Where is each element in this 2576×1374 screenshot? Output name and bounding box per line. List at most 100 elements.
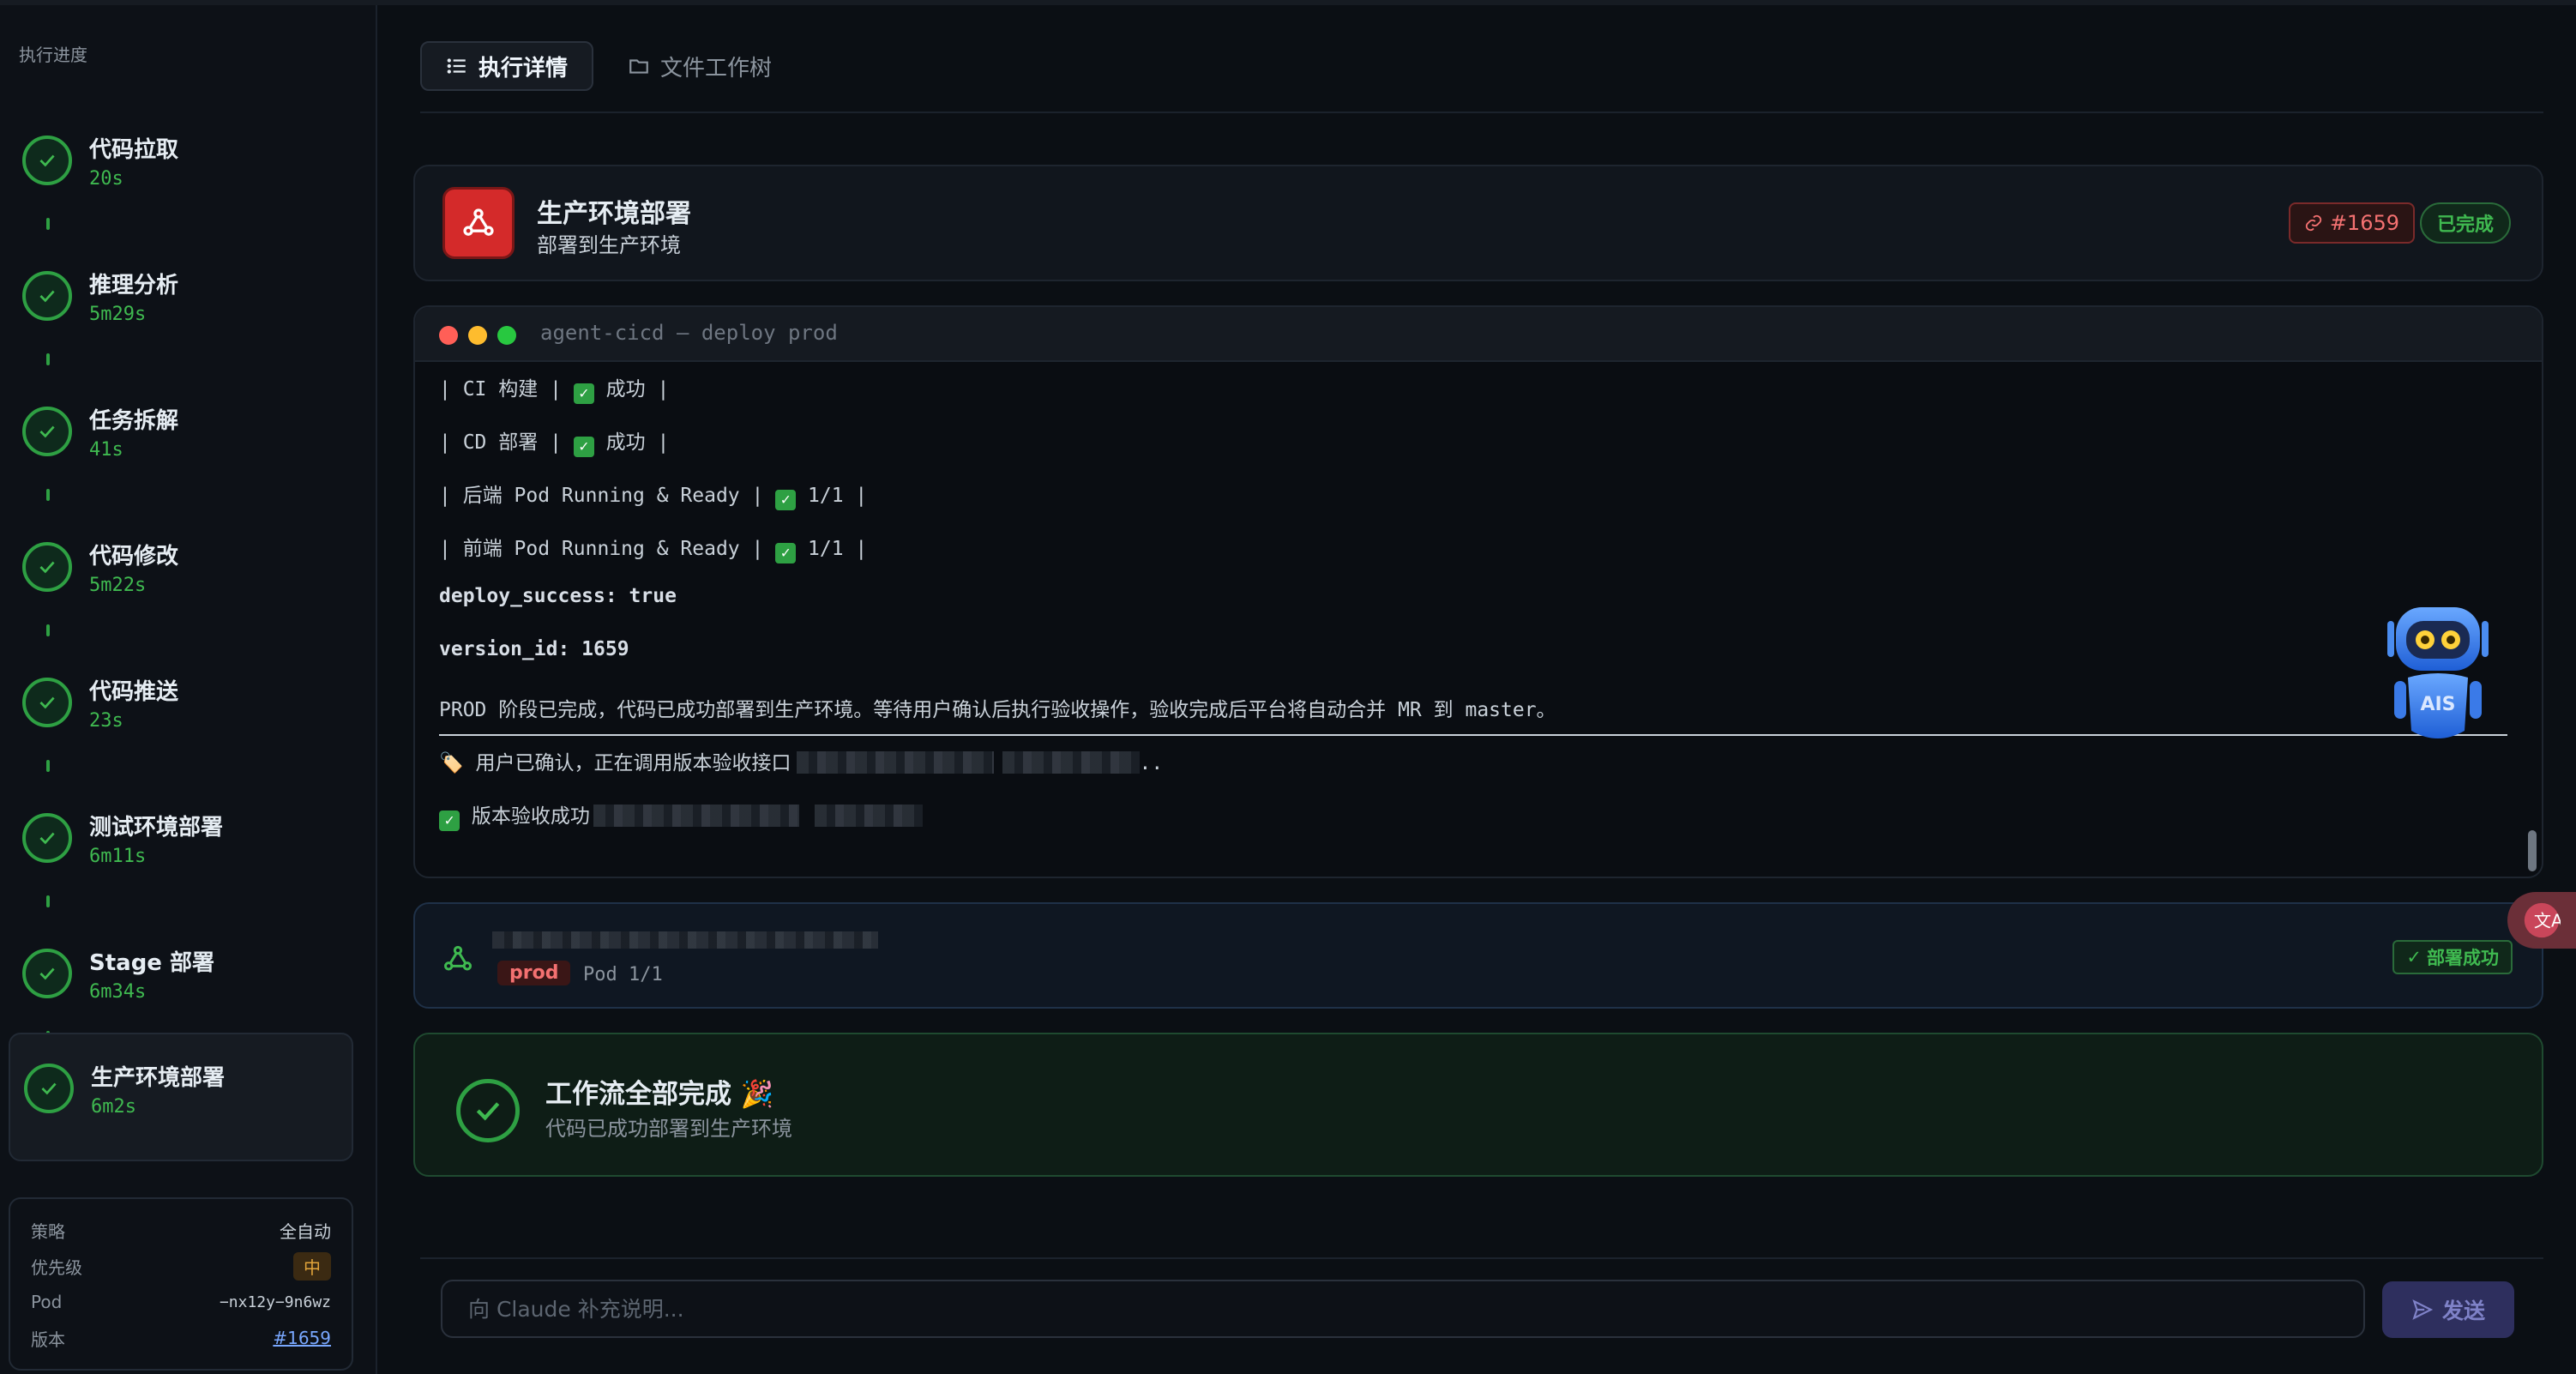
terminal-line: | 前端 Pod Running & Ready | ✓ 1/1 |	[439, 538, 868, 563]
workflow-complete-subtitle: 代码已成功部署到生产环境	[545, 1117, 792, 1141]
terminal-rule	[439, 734, 2507, 736]
meta-pod: Pod −nx12y−9n6wz	[31, 1285, 331, 1319]
terminal-titlebar: agent-cicd — deploy prod	[415, 307, 2542, 362]
priority-badge: 中	[293, 1251, 331, 1281]
svg-text:文A: 文A	[2534, 910, 2561, 931]
step-time: 6m11s	[89, 846, 147, 867]
meta-priority: 优先级 中	[31, 1249, 331, 1283]
checkbox-icon: ✓	[573, 383, 594, 404]
terminal-line: | CI 构建 | ✓ 成功 |	[439, 378, 670, 404]
stage-title: 生产环境部署	[537, 199, 691, 229]
terminal-scrollbar[interactable]	[2528, 830, 2537, 871]
version-link[interactable]: #1659	[273, 1328, 331, 1348]
step-connector	[46, 760, 50, 772]
step-task-split[interactable]: 任务拆解 41s	[9, 377, 353, 506]
terminal-line: ✓ 版本验收成功	[439, 799, 923, 831]
check-circle-icon	[22, 271, 72, 321]
check-circle-icon	[22, 136, 72, 185]
step-code-pull[interactable]: 代码拉取 20s	[9, 106, 353, 235]
meta-version: 版本 #1659	[31, 1321, 331, 1355]
redacted-text	[1002, 751, 1140, 774]
step-code-push[interactable]: 代码推送 23s	[9, 648, 353, 777]
step-time: 23s	[89, 710, 123, 732]
step-name: 代码推送	[89, 679, 179, 705]
check-circle-icon	[456, 1079, 520, 1142]
version-badge-label: #1659	[2329, 211, 2399, 235]
step-code-modify[interactable]: 代码修改 5m22s	[9, 513, 353, 642]
step-prod-deploy[interactable]: 生产环境部署 6m2s	[9, 1033, 353, 1161]
terminal-line: | CD 部署 | ✓ 成功 |	[439, 431, 670, 457]
step-time: 6m2s	[91, 1096, 136, 1118]
maximize-dot-icon[interactable]	[497, 326, 516, 345]
check-circle-icon	[22, 813, 72, 863]
step-test-deploy[interactable]: 测试环境部署 6m11s	[9, 784, 353, 913]
meta-label: 策略	[31, 1220, 65, 1242]
close-dot-icon[interactable]	[439, 326, 458, 345]
meta-value: 全自动	[280, 1220, 331, 1242]
version-badge[interactable]: #1659	[2288, 202, 2415, 244]
meta-label: Pod	[31, 1292, 63, 1312]
redacted-text	[593, 805, 799, 827]
terminal-line: 🏷️ 用户已确认，正在调用版本验收接口..	[439, 751, 1164, 774]
minimize-dot-icon[interactable]	[468, 326, 487, 345]
deploy-status-card: prod Pod 1/1 ✓ 部署成功	[413, 902, 2543, 1009]
tab-details[interactable]: 执行详情	[420, 41, 593, 91]
list-icon	[447, 58, 466, 74]
tab-label: 执行详情	[478, 55, 568, 81]
checkbox-icon: ✓	[775, 490, 797, 510]
tab-label: 文件工作树	[660, 55, 773, 81]
meta-label: 优先级	[31, 1256, 82, 1278]
robot-mascot-icon[interactable]: AIS	[2382, 602, 2494, 748]
step-name: 任务拆解	[89, 408, 179, 434]
step-name: 代码拉取	[89, 137, 179, 163]
check-circle-icon	[24, 1064, 74, 1113]
step-reasoning[interactable]: 推理分析 5m29s	[9, 242, 353, 371]
step-time: 5m22s	[89, 575, 147, 596]
check-circle-icon	[22, 407, 72, 456]
svg-text:AIS: AIS	[2420, 694, 2455, 715]
terminal-title: agent-cicd — deploy prod	[540, 321, 838, 345]
terminal-line: | 后端 Pod Running & Ready | ✓ 1/1 |	[439, 485, 868, 510]
redacted-text	[814, 805, 923, 827]
redacted-service-name	[492, 931, 878, 949]
step-connector	[46, 489, 50, 501]
step-name: 代码修改	[89, 544, 179, 569]
step-name: 生产环境部署	[91, 1065, 226, 1091]
tab-filetree[interactable]: 文件工作树	[604, 41, 796, 91]
translate-icon[interactable]: 文A	[2507, 892, 2576, 949]
deploy-status-label: 部署成功	[2427, 948, 2499, 968]
terminal-line: deploy_success: true	[439, 585, 677, 607]
checkbox-icon: ✓	[439, 811, 460, 831]
stage-subtitle: 部署到生产环境	[537, 233, 681, 257]
link-icon	[2305, 214, 2321, 232]
checkbox-icon: ✓	[573, 437, 594, 457]
step-name: 测试环境部署	[89, 815, 224, 841]
checkbox-icon: ✓	[775, 543, 797, 563]
send-icon	[2412, 1299, 2434, 1320]
check-circle-icon	[22, 949, 72, 998]
pod-count: Pod 1/1	[583, 964, 663, 985]
status-badge: 已完成	[2419, 202, 2511, 244]
workflow-complete-card: 工作流全部完成 🎉 代码已成功部署到生产环境	[413, 1033, 2543, 1177]
check-icon: ✓	[2406, 947, 2422, 967]
step-time: 41s	[89, 439, 123, 461]
progress-sidebar: 执行进度 代码拉取 20s 推理分析 5m29s 任务拆解 41s 代码修改 5…	[0, 5, 377, 1374]
send-button[interactable]: 发送	[2382, 1281, 2514, 1338]
step-time: 5m29s	[89, 304, 147, 325]
folder-icon	[629, 59, 648, 74]
claude-message-input[interactable]	[441, 1280, 2365, 1338]
workflow-complete-title: 工作流全部完成 🎉	[545, 1079, 774, 1110]
sidebar-title: 执行进度	[19, 45, 87, 65]
step-connector	[46, 353, 50, 365]
step-connector	[46, 218, 50, 230]
meta-strategy: 策略 全自动	[31, 1213, 331, 1247]
deploy-icon	[441, 942, 475, 979]
input-divider	[420, 1257, 2543, 1259]
tag-icon: 🏷️	[439, 752, 464, 774]
env-tag: prod	[497, 961, 571, 985]
run-meta-panel: 策略 全自动 优先级 中 Pod −nx12y−9n6wz 版本 #1659	[9, 1197, 353, 1371]
step-name: 推理分析	[89, 273, 179, 298]
step-stage-deploy[interactable]: Stage 部署 6m34s	[9, 919, 353, 1048]
stage-header-card: 生产环境部署 部署到生产环境 #1659 已完成	[413, 165, 2543, 281]
meta-value: −nx12y−9n6wz	[219, 1293, 331, 1311]
